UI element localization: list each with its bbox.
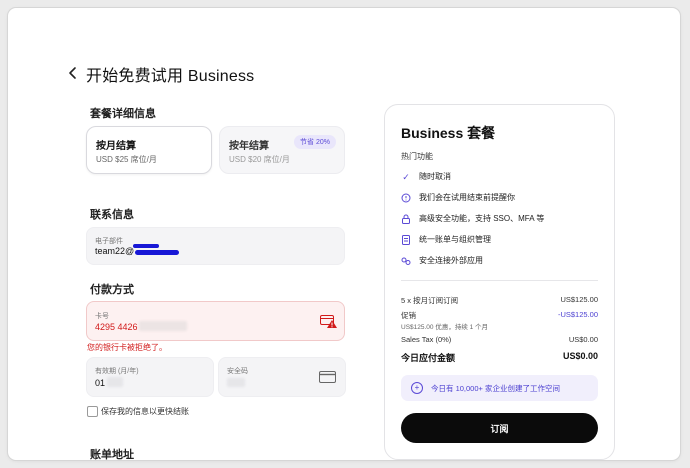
monthly-plan-name: 按月结算 [96,141,136,152]
feature-item: 高级安全功能，支持 SSO、MFA 等 [401,213,544,224]
cvc-redaction [227,378,245,387]
feature-text: 随时取消 [419,172,451,181]
contact-section-title: 联系信息 [90,209,134,221]
subscription-line: 5 x 按月订阅订阅 US$125.00 [401,295,598,306]
feature-text: 安全连接外部应用 [419,256,483,265]
promo-value: -US$125.00 [557,310,598,319]
card-number-field[interactable]: 卡号 4295 4426 [86,301,345,341]
feature-text: 我们会在试用结束前提醒你 [419,193,515,202]
summary-title: Business 套餐 [401,125,496,141]
total-label: 今日应付金额 [401,353,456,363]
email-redaction [135,250,179,255]
expiry-redaction [107,377,123,387]
check-icon: ✓ [402,171,410,182]
page-title: 开始免费试用 Business [86,68,255,85]
link-icon [401,256,411,266]
feature-item: 统一账单与组织管理 [401,234,491,245]
feature-item: 我们会在试用结束前提醒你 [401,192,515,203]
total-line: 今日应付金额 US$0.00 [401,351,598,364]
email-value: team22@ [95,246,135,256]
cvc-field[interactable]: 安全码 [218,357,346,397]
features-title: 热门功能 [401,152,433,161]
document-icon [401,234,411,245]
feature-item: ✓ 随时取消 [401,171,451,182]
expiry-field[interactable]: 有效期 (月/年) 01 [86,357,214,397]
save-info-label: 保存我的信息以更快结账 [101,407,189,416]
card-number-label: 卡号 [95,313,109,320]
email-field[interactable]: 电子部件 team22@ [86,227,345,265]
cvc-label: 安全码 [227,368,248,375]
clock-icon [401,193,411,203]
feature-text: 统一账单与组织管理 [419,235,491,244]
yearly-plan-name: 按年结算 [229,141,269,152]
promo-label: 促销 [401,311,416,320]
card-error-message: 您的银行卡被拒绝了。 [87,343,167,352]
checkout-window: 开始免费试用 Business 套餐详细信息 按月结算 USD $25 席位/月… [8,8,680,460]
feature-text: 高级安全功能，支持 SSO、MFA 等 [419,214,545,223]
tax-line: Sales Tax (0%) US$0.00 [401,335,598,344]
promo-line: 促销 -US$125.00 [401,310,598,321]
subscribe-button[interactable]: 订阅 [401,413,598,443]
expiry-label: 有效期 (月/年) [95,368,139,375]
email-label: 电子部件 [95,238,123,245]
email-redaction-stroke [133,244,159,248]
promo-note-line: US$125.00 优惠，持续 1 个月 [401,321,598,331]
card-error-icon [320,315,338,329]
monthly-plan-option[interactable]: 按月结算 USD $25 席位/月 [86,126,212,174]
promo-banner-text: 今日有 10,000+ 家企业创建了工作空间 [431,383,560,393]
subscription-label: 5 x 按月订阅订阅 [401,296,459,305]
cvc-card-icon [319,371,337,384]
feature-item: 安全连接外部应用 [401,255,483,266]
plus-icon: + [411,382,423,394]
order-summary-panel: Business 套餐 热门功能 ✓ 随时取消 我们会在试用结束前提醒你 高级安… [384,104,615,460]
tax-value: US$0.00 [568,335,598,344]
promo-note: US$125.00 优惠，持续 1 个月 [401,324,489,331]
card-number-value: 4295 4426 [95,322,138,332]
yearly-plan-price: USD $20 席位/月 [229,155,290,164]
total-value: US$0.00 [562,351,598,361]
yearly-plan-option[interactable]: 按年结算 USD $20 席位/月 节省 20% [219,126,345,174]
plan-section-title: 套餐详细信息 [90,108,156,120]
expiry-value: 01 [95,378,106,388]
back-arrow-icon[interactable] [66,64,80,82]
tax-label: Sales Tax (0%) [401,335,452,344]
card-number-redaction [139,321,187,331]
save-info-checkbox[interactable] [87,406,98,417]
save-badge: 节省 20% [294,135,336,149]
billing-section-title: 账单地址 [90,449,134,460]
summary-divider [401,280,598,281]
payment-section-title: 付款方式 [90,284,134,296]
subscription-value: US$125.00 [560,295,598,304]
monthly-plan-price: USD $25 席位/月 [96,155,157,164]
promo-banner: + 今日有 10,000+ 家企业创建了工作空间 [401,375,598,401]
lock-icon [401,214,411,224]
